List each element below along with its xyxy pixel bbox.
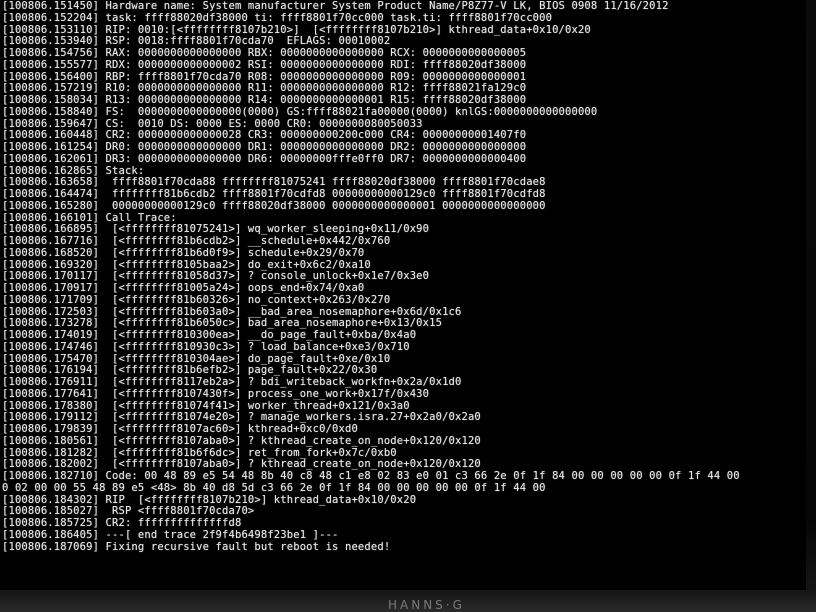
console-line: [100806.172503] [<ffffffff81b603a0>] __b… <box>2 306 462 318</box>
console-line: [100806.167716] [<ffffffff81b6cdb2>] __s… <box>2 236 391 247</box>
console-line: [100806.179839] [<ffffffff8107ac60>] kth… <box>2 424 358 435</box>
console-line: [100806.187069] Fixing recursive fault b… <box>2 541 391 553</box>
console-line: [100806.174746] [<ffffffff810930c3>] ? l… <box>2 341 410 353</box>
console-line: 0 02 00 00 55 48 89 e5 <48> 8b 40 d8 5d … <box>2 482 546 494</box>
console-line: [100806.164474] ffffffff81b6cdb2 ffff880… <box>2 189 546 200</box>
console-line: [100806.156400] RBP: ffff8801f70cda70 R0… <box>2 71 527 83</box>
console-line: [100806.182710] Code: 00 48 89 e5 54 48 … <box>2 471 740 482</box>
console-line: [100806.176194] [<ffffffff81b6efb2>] pag… <box>2 365 378 377</box>
kernel-panic-log: [100806.151450] Hardware name: System ma… <box>2 1 804 553</box>
console-line: [100806.151450] Hardware name: System ma… <box>2 1 669 12</box>
console-line: [100806.185027] RSP <ffff8801f70cda70> <box>2 506 255 518</box>
console-line: [100806.158840] FS: 0000000000000000(000… <box>2 106 598 118</box>
console-line: [100806.152204] task: ffff88020df38000 t… <box>2 12 553 24</box>
console-screen: [100806.151450] Hardware name: System ma… <box>0 0 806 590</box>
console-line: [100806.173278] [<ffffffff81b6050c>] bad… <box>2 318 443 330</box>
console-line: [100806.175470] [<ffffffff810304ae>] do_… <box>2 353 391 365</box>
console-line: [100806.169320] [<ffffffff8105baa2>] do_… <box>2 259 371 271</box>
console-line: [100806.179112] [<ffffffff81074e20>] ? m… <box>2 412 481 424</box>
console-line: [100806.157219] R10: 0000000000000000 R1… <box>2 83 527 95</box>
console-line: [100806.178380] [<ffffffff81074f41>] wor… <box>2 400 410 412</box>
console-line: [100806.181282] [<ffffffff81b6f6dc>] ret… <box>2 447 397 459</box>
console-line: [100806.163658] ffff8801f70cda88 fffffff… <box>2 177 546 189</box>
console-line: [100806.170117] [<ffffffff81058d37>] ? c… <box>2 271 430 283</box>
console-line: [100806.160448] CR2: 0000000000000028 CR… <box>2 130 527 142</box>
console-line: [100806.162865] Stack: <box>2 165 145 177</box>
console-line: [100806.177641] [<ffffffff8107430f>] pro… <box>2 388 430 400</box>
console-line: [100806.153110] RIP: 0010:[<ffffffff8107… <box>2 24 591 36</box>
console-line: [100806.186405] ---[ end trace 2f9f4b649… <box>2 529 339 541</box>
console-line: [100806.168520] [<ffffffff81b6d0f9>] sch… <box>2 247 365 259</box>
console-line: [100806.170917] [<ffffffff81005a24>] oop… <box>2 283 365 294</box>
console-line: [100806.153940] RSP: 0018:ffff8801f70cda… <box>2 36 391 48</box>
console-line: [100806.165280] 00000000000129c0 ffff880… <box>2 200 546 212</box>
console-line: [100806.166895] [<ffffffff81075241>] wq_… <box>2 224 430 236</box>
monitor-photo: [100806.151450] Hardware name: System ma… <box>0 0 816 612</box>
console-line: [100806.176911] [<ffffffff8117eb2a>] ? b… <box>2 377 462 388</box>
console-line: [100806.185725] CR2: ffffffffffffffd8 <box>2 518 242 529</box>
console-line: [100806.155577] RDX: 0000000000000002 RS… <box>2 59 527 71</box>
console-line: [100806.159647] CS: 0010 DS: 0000 ES: 00… <box>2 118 423 130</box>
console-line: [100806.161254] DR0: 0000000000000000 DR… <box>2 142 527 153</box>
console-line: [100806.184302] RIP [<ffffffff8107b210>]… <box>2 494 417 506</box>
console-line: [100806.162061] DR3: 0000000000000000 DR… <box>2 153 527 165</box>
console-line: [100806.182002] [<ffffffff8107aba0>] ? k… <box>2 459 481 471</box>
console-line: [100806.174019] [<ffffffff810300ea>] __d… <box>2 330 417 341</box>
console-line: [100806.154756] RAX: 0000000000000000 RB… <box>2 48 527 59</box>
console-line: [100806.180561] [<ffffffff8107aba0>] ? k… <box>2 435 481 447</box>
monitor-brand-logo: HANNS·G <box>388 598 465 612</box>
console-line: [100806.171709] [<ffffffff81b60326>] no_… <box>2 294 391 306</box>
console-line: [100806.166101] Call Trace: <box>2 212 177 224</box>
console-line: [100806.158034] R13: 0000000000000000 R1… <box>2 95 527 106</box>
